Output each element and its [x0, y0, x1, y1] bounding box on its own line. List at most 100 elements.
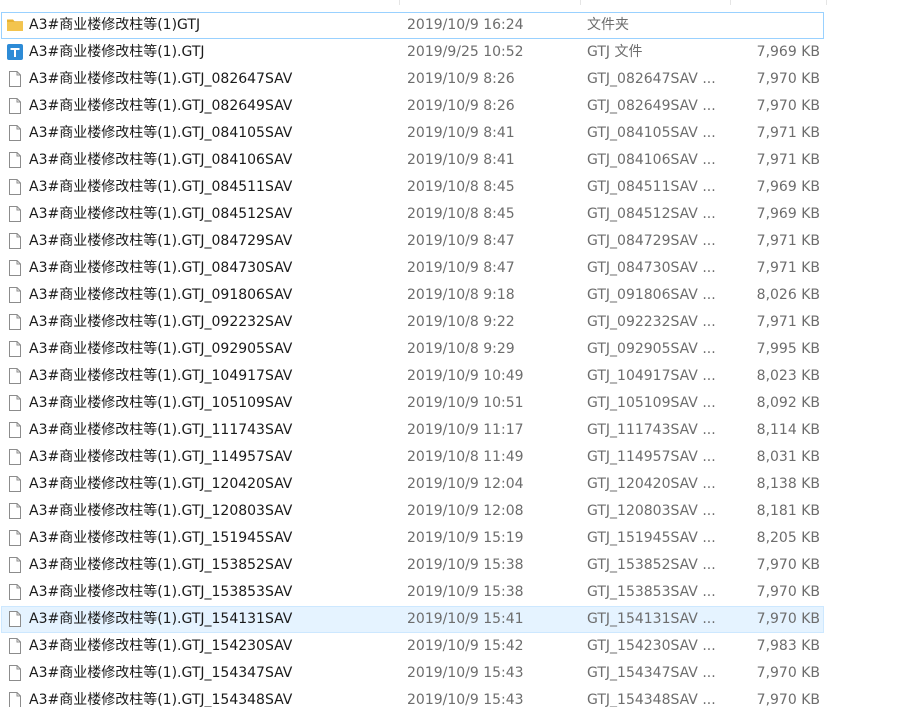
file-size: 7,970 KB: [756, 584, 820, 600]
file-name[interactable]: A3#商业楼修改柱等(1).GTJ_153853SAV: [29, 579, 399, 606]
file-size: 7,971 KB: [756, 152, 820, 168]
file-icon: [6, 151, 24, 169]
file-row[interactable]: A3#商业楼修改柱等(1).GTJ_114957SAV 2019/10/8 11:…: [0, 444, 909, 471]
file-type: GTJ_084106SAV ...: [587, 152, 716, 168]
file-name[interactable]: A3#商业楼修改柱等(1).GTJ_084511SAV: [29, 174, 399, 201]
file-size: 8,023 KB: [756, 368, 820, 384]
file-icon: [6, 421, 24, 439]
file-row[interactable]: A3#商业楼修改柱等(1).GTJ_084730SAV 2019/10/9 8:4…: [0, 255, 909, 282]
file-name[interactable]: A3#商业楼修改柱等(1)GTJ: [29, 12, 399, 39]
file-row[interactable]: A3#商业楼修改柱等(1).GTJ_111743SAV 2019/10/9 11:…: [0, 417, 909, 444]
file-name[interactable]: A3#商业楼修改柱等(1).GTJ_120420SAV: [29, 471, 399, 498]
file-name[interactable]: A3#商业楼修改柱等(1).GTJ_151945SAV: [29, 525, 399, 552]
file-name[interactable]: A3#商业楼修改柱等(1).GTJ_154230SAV: [29, 633, 399, 660]
file-icon: [6, 313, 24, 331]
file-name[interactable]: A3#商业楼修改柱等(1).GTJ_114957SAV: [29, 444, 399, 471]
file-row[interactable]: A3#商业楼修改柱等(1).GTJ_091806SAV 2019/10/8 9:1…: [0, 282, 909, 309]
file-row[interactable]: A3#商业楼修改柱等(1).GTJ_154348SAV 2019/10/9 15:…: [0, 687, 909, 707]
file-icon: [6, 205, 24, 223]
file-row[interactable]: A3#商业楼修改柱等(1).GTJ_082649SAV 2019/10/9 8:2…: [0, 93, 909, 120]
file-type: GTJ_105109SAV ...: [587, 395, 716, 411]
file-row[interactable]: A3#商业楼修改柱等(1).GTJ_084106SAV 2019/10/9 8:4…: [0, 147, 909, 174]
file-icon: [6, 583, 24, 601]
file-modified-date: 2019/10/8 9:29: [407, 341, 515, 357]
file-row[interactable]: A3#商业楼修改柱等(1).GTJ_084105SAV 2019/10/9 8:4…: [0, 120, 909, 147]
file-size: 8,138 KB: [756, 476, 820, 492]
file-name[interactable]: A3#商业楼修改柱等(1).GTJ_092905SAV: [29, 336, 399, 363]
file-name[interactable]: A3#商业楼修改柱等(1).GTJ_082649SAV: [29, 93, 399, 120]
file-name[interactable]: A3#商业楼修改柱等(1).GTJ_154347SAV: [29, 660, 399, 687]
file-size: [740, 12, 820, 39]
file-row[interactable]: A3#商业楼修改柱等(1).GTJ_154347SAV 2019/10/9 15:…: [0, 660, 909, 687]
file-row[interactable]: A3#商业楼修改柱等(1).GTJ 2019/9/25 10:52 GTJ 文件 7,…: [0, 39, 909, 66]
file-name[interactable]: A3#商业楼修改柱等(1).GTJ_105109SAV: [29, 390, 399, 417]
file-modified-date: 2019/10/9 8:26: [407, 98, 515, 114]
file-row[interactable]: A3#商业楼修改柱等(1).GTJ_105109SAV 2019/10/9 10:…: [0, 390, 909, 417]
file-icon: [6, 70, 24, 88]
file-icon: [6, 340, 24, 358]
file-row[interactable]: A3#商业楼修改柱等(1).GTJ_151945SAV 2019/10/9 15:…: [0, 525, 909, 552]
file-name[interactable]: A3#商业楼修改柱等(1).GTJ_120803SAV: [29, 498, 399, 525]
file-name[interactable]: A3#商业楼修改柱等(1).GTJ_084105SAV: [29, 120, 399, 147]
file-modified-date: 2019/10/8 9:22: [407, 314, 515, 330]
file-type: GTJ_084511SAV ...: [587, 179, 716, 195]
file-modified-date: 2019/10/9 8:41: [407, 125, 515, 141]
file-type: GTJ_153852SAV ...: [587, 557, 716, 573]
file-name[interactable]: A3#商业楼修改柱等(1).GTJ: [29, 39, 399, 66]
file-size: 7,970 KB: [756, 611, 820, 627]
file-row[interactable]: A3#商业楼修改柱等(1).GTJ_092905SAV 2019/10/8 9:2…: [0, 336, 909, 363]
file-type: GTJ_084729SAV ...: [587, 233, 716, 249]
file-type: GTJ_092905SAV ...: [587, 341, 716, 357]
file-icon: [6, 610, 24, 628]
file-size: 7,971 KB: [756, 314, 820, 330]
file-row[interactable]: A3#商业楼修改柱等(1).GTJ_120803SAV 2019/10/9 12:…: [0, 498, 909, 525]
file-name[interactable]: A3#商业楼修改柱等(1).GTJ_084729SAV: [29, 228, 399, 255]
file-row[interactable]: A3#商业楼修改柱等(1).GTJ_154230SAV 2019/10/9 15:…: [0, 633, 909, 660]
file-list: A3#商业楼修改柱等(1)GTJ 2019/10/9 16:24 文件夹 A3#商业楼…: [0, 0, 909, 707]
file-row[interactable]: A3#商业楼修改柱等(1).GTJ_154131SAV 2019/10/9 15:…: [0, 606, 909, 633]
file-name[interactable]: A3#商业楼修改柱等(1).GTJ_084730SAV: [29, 255, 399, 282]
file-row[interactable]: A3#商业楼修改柱等(1)GTJ 2019/10/9 16:24 文件夹: [0, 12, 909, 39]
column-divider-size[interactable]: [826, 0, 827, 5]
file-type: GTJ_154131SAV ...: [587, 611, 716, 627]
file-type: GTJ_151945SAV ...: [587, 530, 716, 546]
file-row[interactable]: A3#商业楼修改柱等(1).GTJ_084729SAV 2019/10/9 8:4…: [0, 228, 909, 255]
file-name[interactable]: A3#商业楼修改柱等(1).GTJ_082647SAV: [29, 66, 399, 93]
file-name[interactable]: A3#商业楼修改柱等(1).GTJ_092232SAV: [29, 309, 399, 336]
file-icon: [6, 232, 24, 250]
file-modified-date: 2019/10/9 15:19: [407, 530, 524, 546]
file-row[interactable]: A3#商业楼修改柱等(1).GTJ_092232SAV 2019/10/8 9:2…: [0, 309, 909, 336]
file-type: GTJ_154230SAV ...: [587, 638, 716, 654]
file-size: 7,971 KB: [756, 125, 820, 141]
file-row[interactable]: A3#商业楼修改柱等(1).GTJ_120420SAV 2019/10/9 12:…: [0, 471, 909, 498]
file-row[interactable]: A3#商业楼修改柱等(1).GTJ_082647SAV 2019/10/9 8:2…: [0, 66, 909, 93]
file-modified-date: 2019/10/9 8:47: [407, 260, 515, 276]
file-modified-date: 2019/10/9 10:49: [407, 368, 524, 384]
column-divider-name[interactable]: [399, 0, 400, 5]
file-size: 7,970 KB: [756, 665, 820, 681]
file-name[interactable]: A3#商业楼修改柱等(1).GTJ_084512SAV: [29, 201, 399, 228]
file-type: GTJ_092232SAV ...: [587, 314, 716, 330]
file-modified-date: 2019/10/8 8:45: [407, 206, 515, 222]
file-icon: [6, 529, 24, 547]
file-name[interactable]: A3#商业楼修改柱等(1).GTJ_104917SAV: [29, 363, 399, 390]
file-modified-date: 2019/10/9 15:43: [407, 692, 524, 707]
file-row[interactable]: A3#商业楼修改柱等(1).GTJ_084511SAV 2019/10/8 8:4…: [0, 174, 909, 201]
file-name[interactable]: A3#商业楼修改柱等(1).GTJ_154131SAV: [29, 606, 399, 633]
file-row[interactable]: A3#商业楼修改柱等(1).GTJ_084512SAV 2019/10/8 8:4…: [0, 201, 909, 228]
file-name[interactable]: A3#商业楼修改柱等(1).GTJ_153852SAV: [29, 552, 399, 579]
file-icon: [6, 97, 24, 115]
file-name[interactable]: A3#商业楼修改柱等(1).GTJ_154348SAV: [29, 687, 399, 707]
file-size: 8,181 KB: [756, 503, 820, 519]
file-modified-date: 2019/10/9 8:26: [407, 71, 515, 87]
file-row[interactable]: A3#商业楼修改柱等(1).GTJ_153853SAV 2019/10/9 15:…: [0, 579, 909, 606]
file-name[interactable]: A3#商业楼修改柱等(1).GTJ_091806SAV: [29, 282, 399, 309]
file-name[interactable]: A3#商业楼修改柱等(1).GTJ_111743SAV: [29, 417, 399, 444]
column-divider-type[interactable]: [730, 0, 731, 5]
file-type: GTJ_082649SAV ...: [587, 98, 716, 114]
file-name[interactable]: A3#商业楼修改柱等(1).GTJ_084106SAV: [29, 147, 399, 174]
file-modified-date: 2019/10/8 11:49: [407, 449, 524, 465]
file-row[interactable]: A3#商业楼修改柱等(1).GTJ_153852SAV 2019/10/9 15:…: [0, 552, 909, 579]
file-row[interactable]: A3#商业楼修改柱等(1).GTJ_104917SAV 2019/10/9 10:…: [0, 363, 909, 390]
column-divider-date[interactable]: [580, 0, 581, 5]
